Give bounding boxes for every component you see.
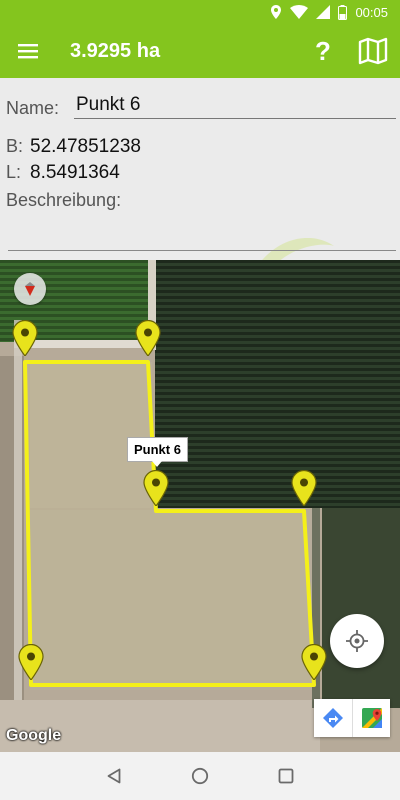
directions-button[interactable]	[314, 699, 352, 737]
longitude-label: L:	[6, 162, 22, 182]
system-nav-bar	[0, 752, 400, 800]
app-bar: 3.9295 ha ?	[0, 24, 400, 78]
back-icon	[107, 768, 121, 784]
signal-icon	[316, 5, 331, 19]
latitude-label: B:	[6, 136, 24, 156]
marker-info-window[interactable]: Punkt 6	[127, 437, 188, 467]
description-label: Beschreibung:	[6, 190, 122, 210]
map-marker[interactable]	[301, 644, 327, 680]
open-in-maps-button[interactable]	[352, 699, 390, 737]
map-marker[interactable]	[18, 644, 44, 680]
directions-icon	[323, 708, 343, 728]
recents-icon	[278, 768, 294, 784]
maps-toolbar	[314, 699, 390, 737]
back-button[interactable]	[100, 762, 128, 790]
watermark-leaf-icon	[262, 238, 334, 260]
map-marker[interactable]	[12, 320, 38, 356]
latitude-value: 52.47851238	[30, 136, 141, 157]
status-bar: 00:05	[0, 0, 400, 24]
location-icon	[271, 5, 282, 19]
my-location-button[interactable]	[330, 614, 384, 668]
google-maps-icon	[361, 708, 382, 728]
help-button[interactable]: ?	[300, 24, 346, 78]
latitude-row: B: 52.47851238	[6, 136, 141, 158]
name-row: Name: Punkt 6	[6, 94, 396, 119]
longitude-value: 8.5491364	[30, 162, 120, 183]
name-input[interactable]: Punkt 6	[74, 94, 396, 119]
satellite-map[interactable]: Punkt 6 Google	[0, 260, 400, 752]
wifi-icon	[290, 5, 309, 19]
longitude-row: L: 8.5491364	[6, 162, 120, 184]
point-form: Name: Punkt 6 B: 52.47851238 L: 8.549136…	[0, 78, 400, 260]
compass-icon	[25, 282, 35, 296]
menu-button[interactable]	[0, 24, 56, 78]
status-time: 00:05	[355, 4, 388, 20]
name-label: Name:	[6, 98, 60, 118]
help-icon: ?	[315, 35, 331, 66]
map-marker[interactable]	[135, 320, 161, 356]
description-input[interactable]	[8, 250, 396, 251]
map-terrain	[0, 260, 400, 752]
google-attribution: Google	[6, 727, 62, 744]
compass-button[interactable]	[14, 273, 46, 305]
menu-icon	[18, 44, 38, 59]
map-icon	[358, 37, 388, 65]
recents-button[interactable]	[272, 762, 300, 790]
battery-icon	[338, 4, 348, 20]
map-button[interactable]	[346, 24, 400, 78]
map-marker-selected[interactable]	[143, 470, 169, 506]
my-location-icon	[346, 630, 368, 652]
home-button[interactable]	[186, 762, 214, 790]
map-marker[interactable]	[291, 470, 317, 506]
home-icon	[191, 767, 209, 785]
area-title: 3.9295 ha	[70, 39, 161, 62]
